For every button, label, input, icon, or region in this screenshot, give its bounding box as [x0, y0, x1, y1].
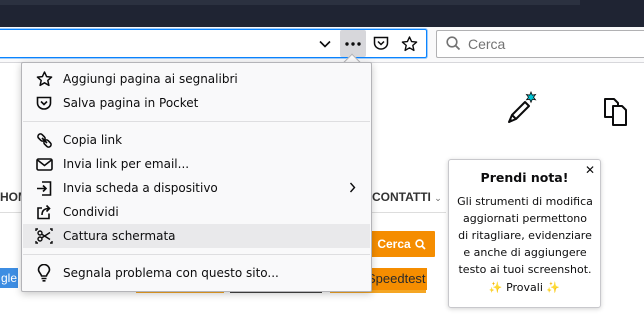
chevron-right-icon [349, 182, 356, 196]
site-search-button-label: Cerca [377, 237, 411, 251]
search-placeholder: Cerca [468, 36, 506, 52]
pocket-icon [23, 91, 63, 115]
page-actions-menu: Aggiungi pagina ai segnalibri Salva pagi… [21, 62, 372, 292]
bookmark-star-button[interactable] [396, 30, 422, 57]
pocket-icon [373, 36, 389, 50]
menu-separator [23, 121, 370, 122]
callout-try-link[interactable]: ✨ Provali ✨ [449, 281, 600, 294]
menu-item-pocket[interactable]: Salva pagina in Pocket [23, 91, 370, 115]
menu-item-screenshot[interactable]: Cattura schermata [23, 224, 370, 248]
menu-item-copy-link[interactable]: Copia link [23, 128, 370, 152]
copy-icon[interactable] [603, 97, 629, 130]
star-icon [401, 35, 417, 51]
sparkle-icon: ✨ [546, 281, 561, 294]
site-nav-contatti-label: CONTATTI [372, 190, 431, 204]
menu-separator [23, 254, 370, 255]
menu-item-label: Aggiungi pagina ai segnalibri [63, 72, 238, 86]
window-top-bar [0, 0, 644, 27]
page-actions-button[interactable] [340, 30, 366, 57]
chevron-down-icon: ⌄ [434, 193, 442, 203]
search-icon [414, 238, 426, 250]
menu-item-report-site[interactable]: Segnala problema con questo sito... [23, 261, 370, 285]
share-icon [23, 200, 63, 224]
menu-item-label: Copia link [63, 133, 123, 147]
pen-icon[interactable] [506, 90, 538, 128]
menu-item-email-link[interactable]: Invia link per email... [23, 152, 370, 176]
google-badge[interactable]: gle [0, 268, 18, 288]
menu-item-label: Segnala problema con questo sito... [63, 266, 279, 280]
send-tab-icon [23, 176, 63, 200]
menu-item-bookmark[interactable]: Aggiungi pagina ai segnalibri [23, 67, 370, 91]
menu-item-label: Salva pagina in Pocket [63, 96, 199, 110]
link-icon [23, 128, 63, 152]
menu-item-send-tab[interactable]: Invia scheda a dispositivo [23, 176, 370, 200]
menu-item-label: Cattura schermata [63, 229, 176, 243]
site-nav-contatti[interactable]: CONTATTI ⌄ [372, 190, 442, 204]
speedtest-button[interactable]: Speedtest [371, 268, 427, 290]
callout-body: Gli strumenti di modifica aggiornati per… [457, 195, 593, 276]
screenshot-tip-callout: ✕ Prendi nota! Gli strumenti di modifica… [448, 159, 601, 308]
callout-try-label: Provali [506, 281, 543, 294]
url-bar[interactable] [0, 29, 427, 58]
menu-item-label: Invia link per email... [63, 157, 190, 171]
pocket-button[interactable] [368, 30, 394, 57]
search-bar[interactable]: Cerca [436, 30, 644, 58]
chevron-down-icon[interactable] [312, 30, 338, 57]
menu-item-label: Invia scheda a dispositivo [63, 181, 218, 195]
star-icon [23, 67, 63, 91]
menu-item-label: Condividi [63, 205, 119, 219]
site-search-button[interactable]: Cerca [368, 231, 435, 257]
email-icon [23, 152, 63, 176]
lightbulb-icon [23, 261, 63, 285]
sparkle-icon: ✨ [488, 281, 503, 294]
more-dots-icon [345, 41, 361, 46]
tab-strip-edge [0, 0, 580, 5]
menu-item-share[interactable]: Condividi [23, 200, 370, 224]
search-icon [446, 36, 461, 54]
screenshot-icon [23, 224, 63, 248]
callout-title: Prendi nota! [480, 170, 569, 185]
